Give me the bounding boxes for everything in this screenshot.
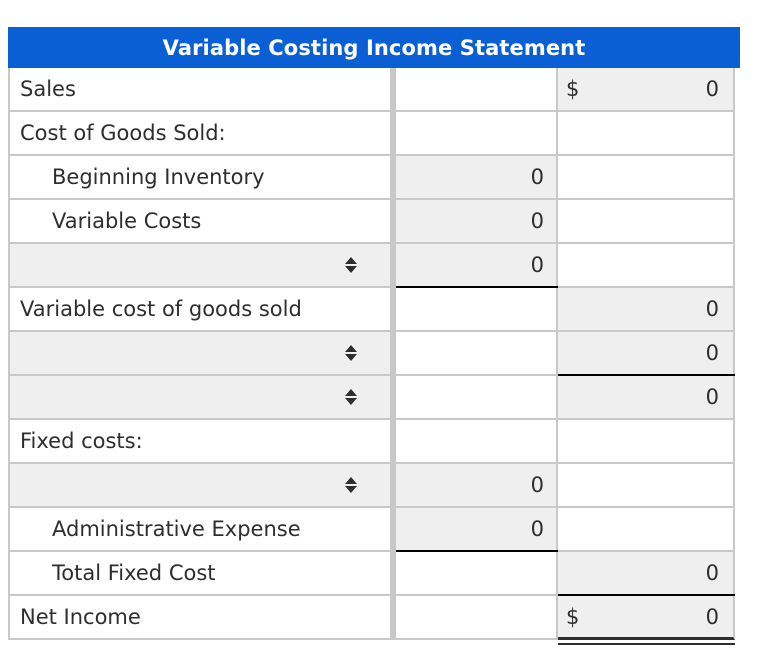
row-total-fixed-cost: Total Fixed Cost 0 (8, 550, 740, 596)
select-arrows-icon (345, 345, 357, 361)
label-total-fixed-cost: Total Fixed Cost (8, 552, 396, 596)
select-arrows-icon (345, 389, 357, 405)
select-1-right-cell (558, 244, 735, 288)
row-cogs-heading: Cost of Goods Sold: (8, 112, 740, 156)
select-2-mid-cell (396, 332, 558, 376)
account-select-4[interactable] (8, 464, 396, 508)
net-income-mid-cell (396, 596, 558, 640)
sales-amount[interactable]: $0 (558, 68, 735, 112)
label-variable-cogs: Variable cost of goods sold (8, 288, 396, 332)
total-fixed-cost-mid-cell (396, 550, 558, 596)
select-1-amount[interactable]: 0 (396, 244, 558, 288)
select-arrows-icon (345, 477, 357, 493)
select-3-amount[interactable]: 0 (558, 374, 735, 420)
label-variable-costs: Variable Costs (8, 200, 396, 244)
select-arrows-icon (345, 257, 357, 273)
total-fixed-cost-amount[interactable]: 0 (558, 552, 735, 596)
label-fixed-costs: Fixed costs: (8, 420, 396, 464)
fixed-costs-mid-cell (396, 420, 558, 464)
row-select-4: 0 (8, 464, 740, 508)
variable-cogs-mid-cell (396, 286, 558, 332)
select-2-amount[interactable]: 0 (558, 332, 735, 376)
sales-value: 0 (705, 77, 719, 101)
variable-cogs-amount[interactable]: 0 (558, 288, 735, 332)
row-beginning-inventory: Beginning Inventory 0 (8, 156, 740, 200)
label-cogs: Cost of Goods Sold: (8, 112, 396, 156)
row-sales: Sales $0 (8, 68, 740, 112)
select-3-mid-cell (396, 376, 558, 420)
cogs-right-cell (558, 112, 735, 156)
row-fixed-costs-heading: Fixed costs: (8, 420, 740, 464)
label-beginning-inventory: Beginning Inventory (8, 156, 396, 200)
account-select-2[interactable] (8, 332, 396, 376)
dollar-sign: $ (566, 77, 580, 101)
account-select-1[interactable] (8, 244, 396, 288)
variable-costs-right-cell (558, 200, 735, 244)
row-variable-costs: Variable Costs 0 (8, 200, 740, 244)
select-4-right-cell (558, 464, 735, 508)
row-select-2: 0 (8, 332, 740, 376)
label-net-income: Net Income (8, 596, 396, 640)
statement-title: Variable Costing Income Statement (8, 27, 740, 68)
variable-costs-amount[interactable]: 0 (396, 200, 558, 244)
cogs-mid-cell (396, 112, 558, 156)
row-select-3: 0 (8, 374, 740, 420)
fixed-costs-right-cell (558, 420, 735, 464)
row-net-income: Net Income $0 (8, 594, 740, 640)
administrative-expense-right-cell (558, 508, 735, 552)
row-select-1: 0 (8, 244, 740, 288)
beginning-inventory-amount[interactable]: 0 (396, 156, 558, 200)
variable-costing-income-statement: Variable Costing Income Statement Sales … (8, 27, 740, 640)
beginning-inventory-right-cell (558, 156, 735, 200)
select-4-amount[interactable]: 0 (396, 464, 558, 508)
row-administrative-expense: Administrative Expense 0 (8, 508, 740, 552)
dollar-sign: $ (566, 604, 580, 629)
row-variable-cogs: Variable cost of goods sold 0 (8, 286, 740, 332)
label-sales: Sales (8, 68, 396, 112)
account-select-3[interactable] (8, 376, 396, 420)
administrative-expense-amount[interactable]: 0 (396, 508, 558, 552)
net-income-value: 0 (705, 604, 719, 629)
label-administrative-expense: Administrative Expense (8, 508, 396, 552)
sales-mid-cell (396, 68, 558, 112)
net-income-amount[interactable]: $0 (558, 594, 735, 640)
